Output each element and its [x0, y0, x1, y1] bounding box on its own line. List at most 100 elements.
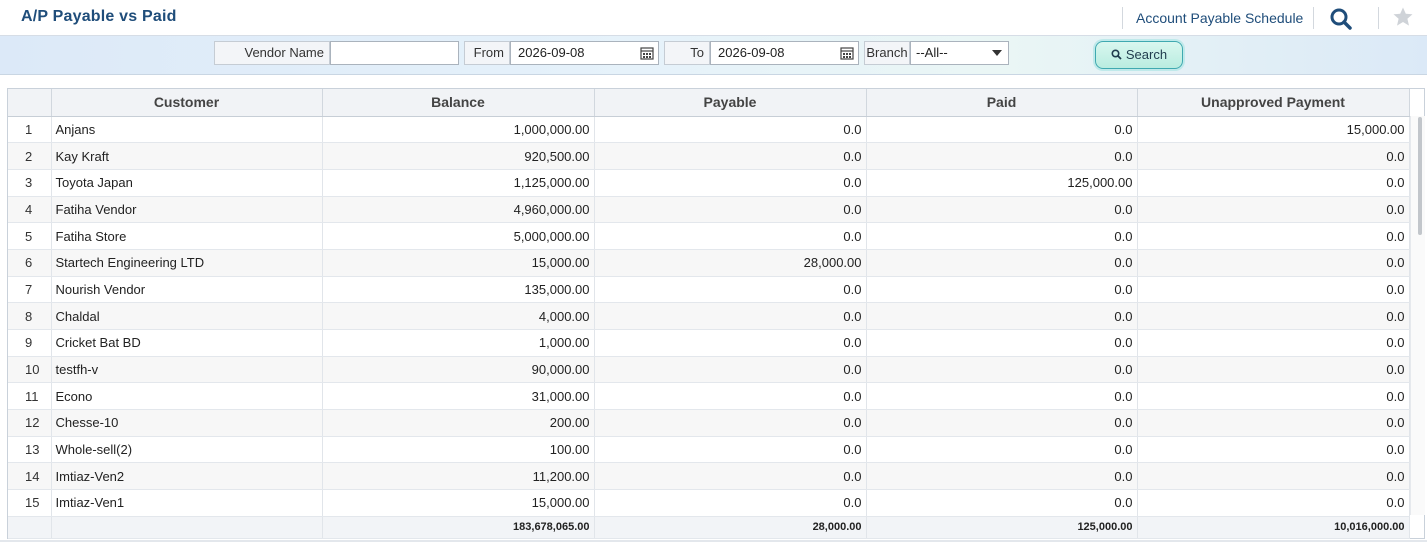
paid-cell: 0.0	[866, 382, 1138, 411]
table-row[interactable]: 9 Cricket Bat BD 1,000.00 0.0 0.0 0.0	[8, 329, 1410, 357]
vendor-name-input[interactable]	[330, 41, 459, 65]
paid-cell: 0.0	[866, 222, 1138, 250]
paid-cell: 0.0	[866, 462, 1138, 491]
table-row[interactable]: 10 testfh-v 90,000.00 0.0 0.0 0.0	[8, 356, 1410, 384]
chevron-down-icon	[992, 50, 1002, 56]
to-date-value: 2026-09-08	[718, 45, 785, 60]
payable-cell: 0.0	[594, 436, 867, 464]
column-header-unapproved-payment[interactable]: Unapproved Payment	[1137, 89, 1410, 117]
unapproved-payment-cell: 0.0	[1137, 302, 1410, 330]
customer-cell: Toyota Japan	[51, 169, 323, 197]
calendar-icon[interactable]	[840, 46, 854, 60]
search-icon[interactable]	[1328, 6, 1354, 32]
customer-cell: Imtiaz-Ven1	[51, 489, 323, 517]
from-date-input[interactable]: 2026-09-08	[510, 41, 659, 65]
customer-cell: Kay Kraft	[51, 142, 323, 170]
scrollbar-thumb[interactable]	[1418, 117, 1422, 235]
table-row[interactable]: 4 Fatiha Vendor 4,960,000.00 0.0 0.0 0.0	[8, 196, 1410, 224]
table-row[interactable]: 1 Anjans 1,000,000.00 0.0 0.0 15,000.00	[8, 116, 1410, 144]
row-index: 14	[8, 462, 52, 491]
row-index: 12	[8, 409, 52, 437]
filter-bar: Vendor Name From 2026-09-08 To 2026-09-0…	[0, 36, 1427, 75]
unapproved-payment-cell: 0.0	[1137, 436, 1410, 464]
row-index: 9	[8, 329, 52, 357]
balance-cell: 1,000.00	[322, 329, 595, 357]
unapproved-payment-cell: 0.0	[1137, 409, 1410, 437]
row-index: 15	[8, 489, 52, 517]
table-row[interactable]: 15 Imtiaz-Ven1 15,000.00 0.0 0.0 0.0	[8, 489, 1410, 517]
table-row[interactable]: 14 Imtiaz-Ven2 11,200.00 0.0 0.0 0.0	[8, 462, 1410, 491]
table-row[interactable]: 7 Nourish Vendor 135,000.00 0.0 0.0 0.0	[8, 276, 1410, 304]
balance-cell: 135,000.00	[322, 276, 595, 304]
balance-cell: 920,500.00	[322, 142, 595, 170]
row-index: 2	[8, 142, 52, 170]
account-payable-schedule-link[interactable]: Account Payable Schedule	[1136, 10, 1303, 26]
unapproved-payment-cell: 0.0	[1137, 462, 1410, 491]
calendar-icon[interactable]	[640, 46, 654, 60]
table-row[interactable]: 5 Fatiha Store 5,000,000.00 0.0 0.0 0.0	[8, 222, 1410, 250]
table-row[interactable]: 2 Kay Kraft 920,500.00 0.0 0.0 0.0	[8, 142, 1410, 170]
payable-cell: 0.0	[594, 142, 867, 170]
balance-cell: 1,000,000.00	[322, 116, 595, 144]
customer-cell: Chesse-10	[51, 409, 323, 437]
divider	[1378, 7, 1379, 29]
row-index: 10	[8, 356, 52, 384]
row-index: 13	[8, 436, 52, 464]
row-index: 11	[8, 382, 52, 411]
table-row[interactable]: 3 Toyota Japan 1,125,000.00 0.0 125,000.00 0.…	[8, 169, 1410, 197]
branch-select[interactable]: --All--	[910, 41, 1009, 65]
divider	[1313, 7, 1314, 29]
table-row[interactable]: 12 Chesse-10 200.00 0.0 0.0 0.0	[8, 409, 1410, 437]
customer-cell: Fatiha Store	[51, 222, 323, 250]
search-button[interactable]: Search	[1095, 41, 1183, 69]
balance-cell: 4,000.00	[322, 302, 595, 330]
table-row[interactable]: 11 Econo 31,000.00 0.0 0.0 0.0	[8, 382, 1410, 411]
table-row[interactable]: 6 Startech Engineering LTD 15,000.00 28,000…	[8, 249, 1410, 277]
payable-cell: 28,000.00	[594, 249, 867, 277]
column-header-index	[8, 89, 52, 117]
unapproved-payment-cell: 0.0	[1137, 356, 1410, 384]
table-row[interactable]: 13 Whole-sell(2) 100.00 0.0 0.0 0.0	[8, 436, 1410, 464]
paid-cell: 0.0	[866, 249, 1138, 277]
total-balance: 183,678,065.00	[322, 515, 595, 539]
table-header-row: Customer Balance Payable Paid Unapproved…	[8, 89, 1410, 117]
unapproved-payment-cell: 0.0	[1137, 142, 1410, 170]
payable-cell: 0.0	[594, 462, 867, 491]
paid-cell: 0.0	[866, 436, 1138, 464]
unapproved-payment-cell: 0.0	[1137, 329, 1410, 357]
customer-cell: Econo	[51, 382, 323, 411]
customer-cell: Anjans	[51, 116, 323, 144]
search-icon	[1111, 49, 1122, 60]
customer-cell: Startech Engineering LTD	[51, 249, 323, 277]
column-header-payable[interactable]: Payable	[594, 89, 867, 117]
to-label: To	[664, 41, 710, 65]
paid-cell: 0.0	[866, 356, 1138, 384]
paid-cell: 0.0	[866, 409, 1138, 437]
paid-cell: 0.0	[866, 196, 1138, 224]
customer-cell: Whole-sell(2)	[51, 436, 323, 464]
paid-cell: 0.0	[866, 116, 1138, 144]
star-icon[interactable]	[1392, 6, 1414, 28]
row-index: 4	[8, 196, 52, 224]
paid-cell: 0.0	[866, 142, 1138, 170]
column-header-paid[interactable]: Paid	[866, 89, 1138, 117]
paid-cell: 125,000.00	[866, 169, 1138, 197]
column-header-balance[interactable]: Balance	[322, 89, 595, 117]
total-unapproved: 10,016,000.00	[1137, 515, 1410, 539]
row-index: 1	[8, 116, 52, 144]
customer-cell: Chaldal	[51, 302, 323, 330]
unapproved-payment-cell: 0.0	[1137, 222, 1410, 250]
payable-cell: 0.0	[594, 276, 867, 304]
totals-cell	[8, 515, 52, 539]
column-header-customer[interactable]: Customer	[51, 89, 323, 117]
branch-label: Branch	[864, 41, 910, 65]
from-label: From	[464, 41, 510, 65]
table-row[interactable]: 8 Chaldal 4,000.00 0.0 0.0 0.0	[8, 302, 1410, 330]
paid-cell: 0.0	[866, 302, 1138, 330]
unapproved-payment-cell: 0.0	[1137, 382, 1410, 411]
payable-table: Customer Balance Payable Paid Unapproved…	[8, 89, 1410, 539]
payable-cell: 0.0	[594, 489, 867, 517]
top-bar: A/P Payable vs Paid Account Payable Sche…	[0, 0, 1427, 36]
to-date-input[interactable]: 2026-09-08	[710, 41, 859, 65]
payable-cell: 0.0	[594, 356, 867, 384]
